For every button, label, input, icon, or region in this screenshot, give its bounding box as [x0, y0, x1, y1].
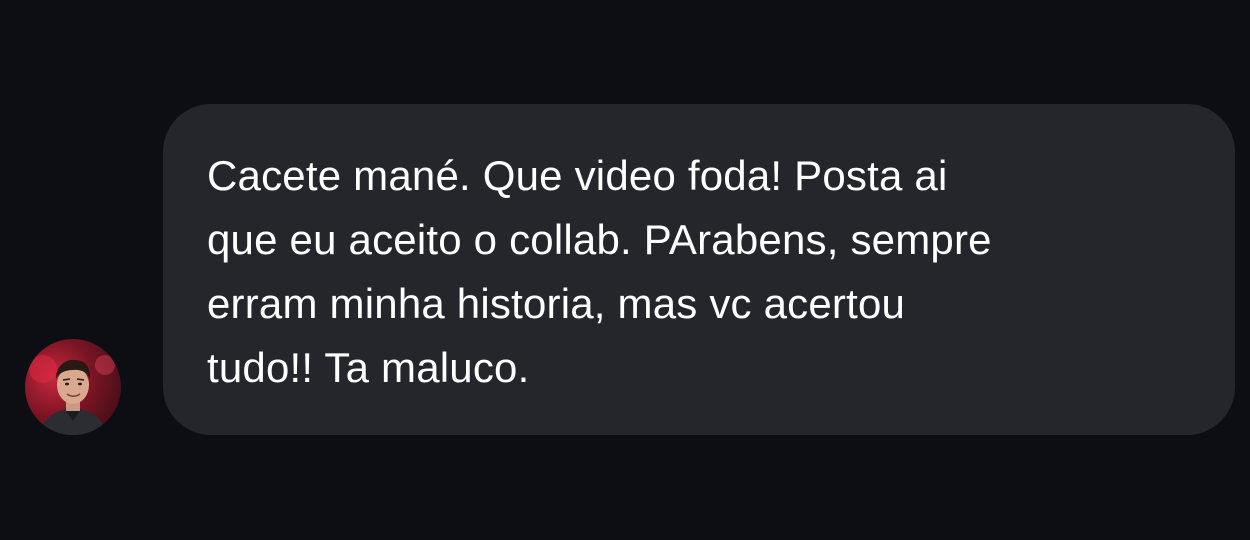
message-line: tudo!! Ta maluco. [207, 344, 530, 391]
message-line: que eu aceito o collab. PArabens, sempre [207, 216, 992, 263]
message-line: erram minha historia, mas vc acertou [207, 280, 906, 327]
avatar-photo-icon [29, 355, 115, 435]
message-line: Cacete mané. Que video foda! Posta ai [207, 152, 948, 199]
chat-screen: Cacete mané. Que video foda! Posta ai qu… [0, 0, 1250, 540]
sender-avatar[interactable] [25, 339, 121, 435]
message-bubble[interactable]: Cacete mané. Que video foda! Posta ai qu… [163, 104, 1235, 435]
message-text: Cacete mané. Que video foda! Posta ai qu… [207, 144, 1195, 400]
